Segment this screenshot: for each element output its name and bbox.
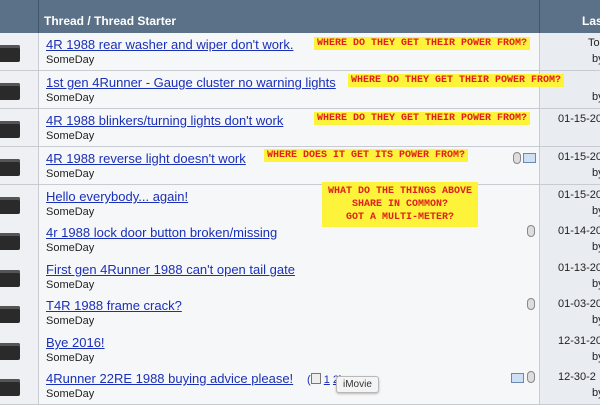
- thread-row[interactable]: First gen 4Runner 1988 can't open tail g…: [0, 258, 600, 296]
- thread-title-link[interactable]: 1st gen 4Runner - Gauge cluster no warni…: [46, 75, 336, 90]
- thread-starter[interactable]: SomeDay: [46, 242, 94, 254]
- thread-info-cell: T4R 1988 frame crack? SomeDay: [39, 294, 540, 331]
- attachment-icon: [527, 371, 535, 383]
- thread-title-link[interactable]: T4R 1988 frame crack?: [46, 298, 182, 313]
- header-last-post-label[interactable]: Las: [582, 14, 600, 28]
- thread-status-cell: [0, 367, 39, 404]
- thread-info-cell: 4Runner 22RE 1988 buying advice please! …: [39, 367, 540, 404]
- folder-icon: [0, 233, 20, 250]
- thread-row[interactable]: Hello everybody... again! SomeDay 01-15-…: [0, 185, 600, 223]
- folder-icon: [0, 270, 20, 287]
- thread-starter[interactable]: SomeDay: [46, 130, 94, 142]
- thread-status-cell: [0, 258, 39, 295]
- annotation-note: WHERE DO THEY GET THEIR POWER FROM?: [314, 37, 531, 50]
- header-icon-cell: [0, 0, 39, 33]
- thread-starter[interactable]: SomeDay: [46, 315, 94, 327]
- last-post-by: by: [592, 278, 600, 290]
- last-post-by: by Ra: [592, 91, 600, 103]
- attachment-icon: [527, 298, 535, 310]
- folder-icon: [0, 197, 20, 214]
- thread-status-cell: [0, 147, 39, 184]
- thread-list-header: Thread / Thread Starter Las: [0, 0, 600, 33]
- last-post-by: by: [592, 167, 600, 179]
- thread-status-cell: [0, 71, 39, 108]
- last-post-date: 01-15-20: [558, 151, 600, 163]
- last-post-date: 12-30-2: [558, 371, 596, 383]
- annotation-note: WHERE DO THEY GET THEIR POWER FROM?: [348, 74, 565, 87]
- last-post-cell: 12-30-2 by: [540, 367, 600, 404]
- thread-starter[interactable]: SomeDay: [46, 279, 94, 291]
- thread-info-cell: First gen 4Runner 1988 can't open tail g…: [39, 258, 540, 295]
- thread-starter[interactable]: SomeDay: [46, 352, 94, 364]
- last-post-cell: 01-15-20: [540, 109, 600, 146]
- folder-icon: [0, 343, 20, 360]
- thread-title-link[interactable]: Hello everybody... again!: [46, 189, 188, 204]
- annotation-note: WHERE DO THEY GET THEIR POWER FROM?: [314, 112, 531, 125]
- thread-starter[interactable]: SomeDay: [46, 168, 94, 180]
- dock-tooltip: iMovie: [336, 376, 379, 393]
- annotation-note: WHAT DO THE THINGS ABOVE SHARE IN COMMON…: [322, 182, 479, 227]
- thread-info-cell: Bye 2016! SomeDay: [39, 331, 540, 368]
- page-link-1[interactable]: 1: [324, 374, 330, 386]
- thread-status-cell: [0, 221, 39, 258]
- header-thread-cell[interactable]: Thread / Thread Starter: [39, 0, 540, 33]
- annotation-note: WHERE DOES IT GET ITS POWER FROM?: [264, 149, 469, 162]
- thread-status-cell: [0, 185, 39, 222]
- folder-icon: [0, 45, 20, 62]
- folder-icon: [0, 379, 20, 396]
- thread-row[interactable]: T4R 1988 frame crack? SomeDay 01-03-20 b…: [0, 294, 600, 332]
- last-post-by: by Ra: [592, 53, 600, 65]
- last-post-date: To: [588, 37, 600, 49]
- last-post-date: 01-03-20: [558, 298, 600, 310]
- thread-status-cell: [0, 331, 39, 368]
- last-post-cell: 01-15-20 by: [540, 185, 600, 222]
- last-post-by: by: [592, 387, 600, 399]
- attachment-icon: [527, 225, 535, 237]
- thread-title-link[interactable]: First gen 4Runner 1988 can't open tail g…: [46, 262, 295, 277]
- last-post-date: 01-15-20: [558, 189, 600, 201]
- folder-icon: [0, 121, 20, 138]
- thread-title-link[interactable]: 4r 1988 lock door button broken/missing: [46, 225, 277, 240]
- last-post-date: 01-13-20: [558, 262, 600, 274]
- last-post-date: 01-15-20: [558, 113, 600, 125]
- folder-icon: [0, 159, 20, 176]
- thread-starter[interactable]: SomeDay: [46, 388, 94, 400]
- thread-row[interactable]: 4r 1988 lock door button broken/missing …: [0, 221, 600, 259]
- attachment-icon: [513, 152, 521, 164]
- folder-icon: [0, 306, 20, 323]
- message-icon: [511, 373, 524, 383]
- folder-icon: [0, 83, 20, 100]
- last-post-by: by: [592, 241, 600, 253]
- last-post-cell: 01-13-20 by: [540, 258, 600, 295]
- last-post-cell: 01-14-20 by: [540, 221, 600, 258]
- last-post-date: 01-14-20: [558, 225, 600, 237]
- thread-starter[interactable]: SomeDay: [46, 206, 94, 218]
- thread-title-link[interactable]: 4R 1988 rear washer and wiper don't work…: [46, 37, 293, 52]
- thread-row[interactable]: Bye 2016! SomeDay 12-31-20 by: [0, 331, 600, 369]
- thread-status-cell: [0, 109, 39, 146]
- header-last-post-cell[interactable]: Las: [540, 0, 600, 33]
- message-icon: [523, 153, 536, 163]
- thread-title-link[interactable]: Bye 2016!: [46, 335, 105, 350]
- thread-title-link[interactable]: 4R 1988 blinkers/turning lights don't wo…: [46, 113, 283, 128]
- last-post-cell: 01-15-20 by: [540, 147, 600, 184]
- last-post-by: by: [592, 314, 600, 326]
- thread-starter[interactable]: SomeDay: [46, 92, 94, 104]
- thread-title-link[interactable]: 4Runner 22RE 1988 buying advice please!: [46, 371, 293, 386]
- last-post-by: by: [592, 351, 600, 363]
- thread-status-cell: [0, 294, 39, 331]
- last-post-by: by: [592, 205, 600, 217]
- thread-starter[interactable]: SomeDay: [46, 54, 94, 66]
- thread-title-link[interactable]: 4R 1988 reverse light doesn't work: [46, 151, 246, 166]
- last-post-cell: To by Ra: [540, 33, 600, 70]
- last-post-cell: 12-31-20 by: [540, 331, 600, 368]
- header-thread-label[interactable]: Thread / Thread Starter: [44, 14, 176, 28]
- last-post-date: 12-31-20: [558, 335, 600, 347]
- thread-status-cell: [0, 33, 39, 70]
- thread-row[interactable]: 4Runner 22RE 1988 buying advice please! …: [0, 367, 600, 405]
- pages-icon: [310, 373, 321, 384]
- last-post-cell: 01-03-20 by: [540, 294, 600, 331]
